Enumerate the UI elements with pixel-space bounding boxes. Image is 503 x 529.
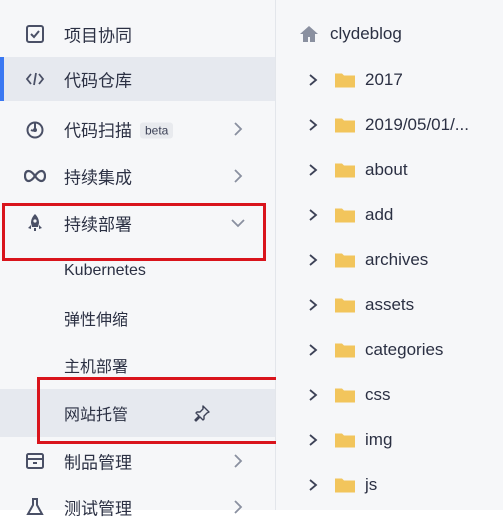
infinity-icon	[24, 165, 46, 187]
chevron-right-icon[interactable]	[306, 388, 320, 402]
tree-folder-row[interactable]: 2017	[276, 57, 503, 102]
chevron-right-icon[interactable]	[306, 118, 320, 132]
sidebar-item-label: 网站托管	[64, 407, 129, 424]
sidebar-item-label: 制品管理	[64, 453, 132, 473]
folder-icon	[335, 118, 355, 132]
rocket-icon	[24, 212, 46, 234]
chevron-right-icon[interactable]	[306, 253, 320, 267]
file-tree: clydeblog 2017 2019/05/01/... about add …	[276, 0, 503, 510]
chevron-down-icon	[231, 219, 245, 228]
tree-folder-row[interactable]: about	[276, 147, 503, 192]
beta-badge: beta	[140, 122, 174, 139]
chevron-right-icon	[234, 122, 243, 136]
chevron-right-icon[interactable]	[306, 478, 320, 492]
sidebar-item-cd[interactable]: 持续部署	[0, 201, 275, 245]
tree-folder-label: categories	[365, 339, 444, 359]
tree-folder-row[interactable]: categories	[276, 327, 503, 372]
chevron-right-icon[interactable]	[306, 208, 320, 222]
folder-icon	[335, 163, 355, 177]
folder-icon	[335, 298, 355, 312]
tree-folder-row[interactable]: css	[276, 372, 503, 417]
tree-folder-label: js	[365, 474, 378, 494]
tree-folder-row[interactable]: add	[276, 192, 503, 237]
tree-root-label: clydeblog	[330, 24, 402, 43]
folder-icon	[335, 208, 355, 222]
chevron-right-icon[interactable]	[306, 298, 320, 312]
tree-folder-label: add	[365, 204, 394, 224]
sidebar-subitem-kubernetes[interactable]: Kubernetes	[0, 249, 275, 293]
folder-icon	[335, 343, 355, 357]
sidebar-item-test-mgmt[interactable]: 测试管理	[0, 485, 275, 529]
sidebar-subitem-web-hosting[interactable]: 网站托管	[0, 389, 275, 437]
tree-folder-row[interactable]: 2019/05/01/...	[276, 102, 503, 147]
sidebar-item-label: 持续部署	[64, 215, 132, 235]
tree-root[interactable]: clydeblog	[276, 12, 503, 56]
folder-icon	[335, 388, 355, 402]
sidebar-item-code-scan[interactable]: 代码扫描 beta	[0, 107, 275, 151]
tree-folder-row[interactable]: js	[276, 462, 503, 507]
sidebar-item-label: 测试管理	[64, 499, 132, 519]
sidebar-subitem-host-deploy[interactable]: 主机部署	[0, 343, 275, 387]
folder-icon	[335, 433, 355, 447]
tree-folder-label: css	[365, 384, 391, 404]
checkbox-icon	[24, 23, 46, 45]
chevron-right-icon	[234, 500, 243, 514]
sidebar-item-project-collab[interactable]: 项目协同	[0, 12, 275, 56]
tree-folder-label: img	[365, 429, 393, 449]
sidebar-item-ci[interactable]: 持续集成	[0, 154, 275, 198]
sidebar-item-label: 项目协同	[64, 26, 132, 46]
tree-folder-label: archives	[365, 249, 429, 269]
folder-icon	[335, 73, 355, 87]
tree-folder-label: about	[365, 159, 408, 179]
sidebar-item-label: 持续集成	[64, 168, 132, 188]
chevron-right-icon	[234, 454, 243, 468]
flask-icon	[24, 496, 46, 518]
chevron-right-icon[interactable]	[306, 73, 320, 87]
sidebar: 项目协同 代码仓库 代码扫描 beta 持续集成 持续部署 Kubernetes …	[0, 0, 291, 519]
chevron-right-icon[interactable]	[306, 343, 320, 357]
chevron-right-icon[interactable]	[306, 163, 320, 177]
tree-folder-row[interactable]: img	[276, 417, 503, 462]
chevron-right-icon	[234, 169, 243, 183]
tree-folder-row[interactable]: archives	[276, 237, 503, 282]
folder-icon	[335, 478, 355, 492]
sidebar-item-code-repo[interactable]: 代码仓库	[0, 57, 275, 101]
tree-folder-label: 2019/05/01/...	[365, 114, 469, 134]
sidebar-item-label: 弹性伸缩	[64, 312, 129, 329]
sidebar-subitem-autoscaling[interactable]: 弹性伸缩	[0, 296, 275, 340]
sidebar-item-label-text: 代码扫描	[64, 121, 132, 141]
folder-icon	[335, 253, 355, 267]
code-icon	[24, 68, 46, 90]
pin-icon[interactable]	[193, 404, 211, 422]
package-icon	[24, 450, 46, 472]
chevron-right-icon[interactable]	[306, 433, 320, 447]
tree-folder-label: assets	[365, 294, 415, 314]
home-icon	[300, 26, 318, 42]
sidebar-item-label: 代码仓库	[64, 71, 132, 91]
sidebar-item-artifacts[interactable]: 制品管理	[0, 439, 275, 483]
sidebar-item-label: 代码扫描 beta	[64, 117, 174, 142]
sidebar-item-label: Kubernetes	[64, 262, 146, 279]
scan-icon	[24, 118, 46, 140]
tree-folder-row[interactable]: assets	[276, 282, 503, 327]
tree-folder-label: 2017	[365, 69, 403, 89]
sidebar-item-label: 主机部署	[64, 359, 129, 376]
